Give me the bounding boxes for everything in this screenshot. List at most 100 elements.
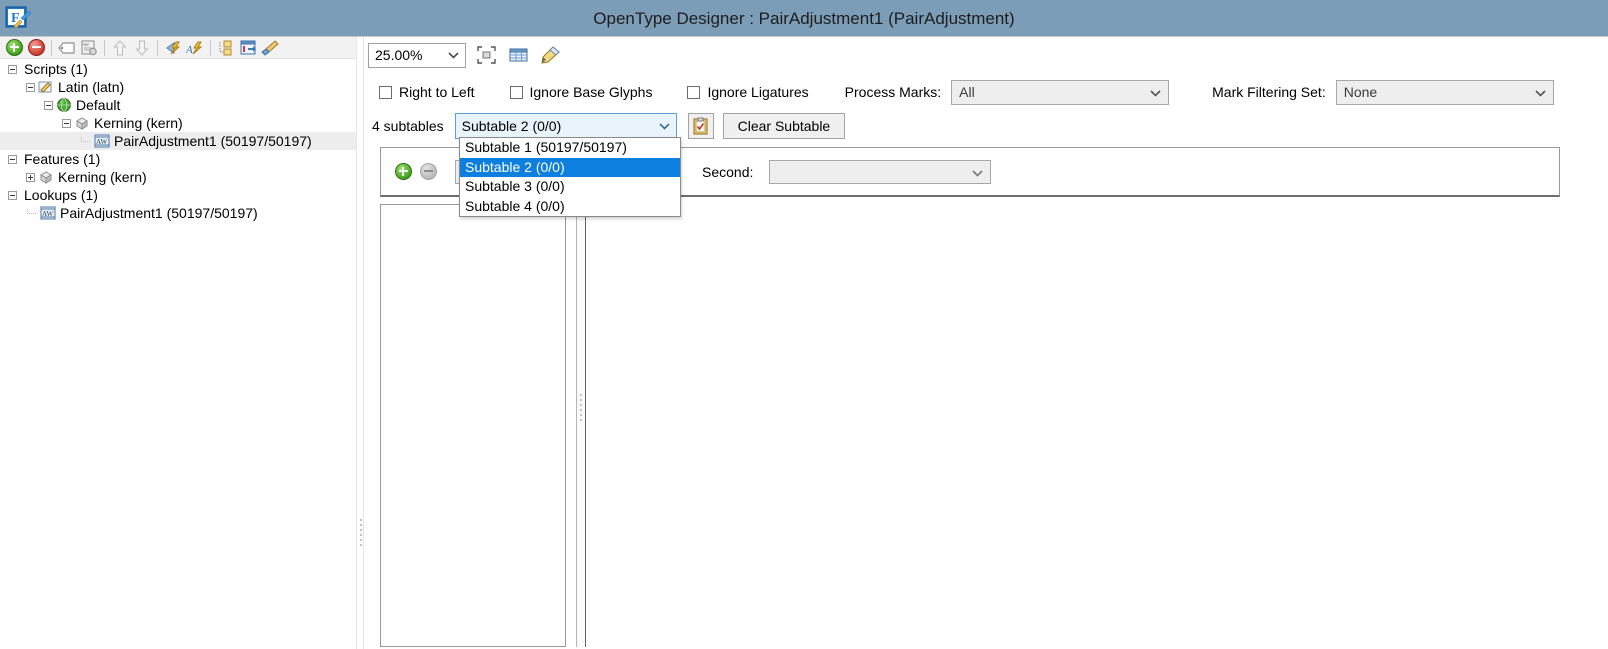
feature-box-icon bbox=[74, 115, 90, 131]
ignore-ligatures-checkbox[interactable]: Ignore Ligatures bbox=[687, 84, 808, 100]
expander-minus-icon[interactable] bbox=[62, 119, 71, 128]
chevron-down-icon bbox=[659, 123, 668, 129]
chevron-down-icon bbox=[1150, 90, 1159, 96]
kerning-aw-icon: AW bbox=[94, 133, 110, 149]
subtable-count-label: 4 subtables bbox=[372, 118, 444, 134]
expander-minus-icon[interactable] bbox=[44, 101, 53, 110]
tree-node-label: Latin (latn) bbox=[58, 78, 124, 96]
lookup-flags-row: Right to Left Ignore Base Glyphs Ignore … bbox=[364, 77, 1608, 107]
mark-filtering-set-combobox[interactable]: None bbox=[1336, 80, 1554, 105]
tree-row[interactable]: Latin (latn) bbox=[0, 78, 356, 96]
tree-nodes-icon bbox=[218, 40, 234, 56]
tree-node-label: PairAdjustment1 (50197/50197) bbox=[114, 132, 312, 150]
tree-node-label: Kerning (kern) bbox=[94, 114, 183, 132]
remove-button[interactable] bbox=[25, 38, 47, 58]
add-button[interactable] bbox=[3, 38, 25, 58]
remove-pair-button[interactable] bbox=[420, 163, 437, 180]
tree-node-label: PairAdjustment1 (50197/50197) bbox=[60, 204, 258, 222]
lightning-right-icon: A bbox=[186, 40, 204, 56]
add-pair-button[interactable] bbox=[395, 163, 412, 180]
dropdown-item-selected[interactable]: Subtable 2 (0/0) bbox=[460, 158, 680, 178]
move-down-button[interactable] bbox=[131, 38, 153, 58]
rename-button[interactable] bbox=[56, 38, 78, 58]
tree-row[interactable]: Kerning (kern) bbox=[0, 114, 356, 132]
fit-to-window-button[interactable] bbox=[474, 43, 498, 67]
dropdown-item[interactable]: Subtable 1 (50197/50197) bbox=[460, 138, 680, 158]
copy-subtable-button[interactable] bbox=[688, 113, 714, 139]
editor-splitter[interactable] bbox=[576, 204, 586, 647]
expander-plus-icon[interactable] bbox=[26, 173, 35, 182]
tag-icon bbox=[58, 41, 76, 55]
right-to-left-label: Right to Left bbox=[399, 84, 475, 100]
process-marks-label: Process Marks: bbox=[845, 84, 941, 100]
kerning-aw-icon: AW bbox=[40, 205, 56, 221]
expand-tree-button[interactable] bbox=[215, 38, 237, 58]
move-up-button[interactable] bbox=[109, 38, 131, 58]
tree-row[interactable]: Scripts (1) bbox=[0, 60, 356, 78]
window-title: OpenType Designer : PairAdjustment1 (Pai… bbox=[0, 0, 1608, 37]
subtable-dropdown-list[interactable]: Subtable 1 (50197/50197) Subtable 2 (0/0… bbox=[459, 137, 681, 217]
compile-button[interactable] bbox=[162, 38, 184, 58]
table-view-icon bbox=[509, 47, 528, 63]
window-properties-icon bbox=[240, 40, 257, 56]
clear-subtable-label: Clear Subtable bbox=[738, 118, 831, 134]
tree-connector bbox=[80, 137, 92, 146]
process-marks-combobox[interactable]: All bbox=[951, 80, 1169, 105]
properties-button[interactable] bbox=[237, 38, 259, 58]
mark-filtering-set-label: Mark Filtering Set: bbox=[1212, 84, 1326, 100]
clear-all-button[interactable] bbox=[259, 38, 281, 58]
zoom-toolbar: 25.00% bbox=[364, 39, 1608, 71]
toolbar-separator-4 bbox=[210, 40, 211, 56]
tree-toolbar: xyz A bbox=[0, 37, 356, 59]
right-to-left-checkbox[interactable]: Right to Left bbox=[379, 84, 475, 100]
pair-editor-panel: Second: bbox=[380, 147, 1608, 649]
zoom-level-combobox[interactable]: 25.00% bbox=[368, 43, 466, 68]
toolbar-separator-1 bbox=[51, 40, 52, 56]
pen-edit-icon bbox=[540, 46, 560, 64]
tree-row[interactable]: Lookups (1) bbox=[0, 186, 356, 204]
dropdown-item[interactable]: Subtable 3 (0/0) bbox=[460, 177, 680, 197]
opentype-designer-pane: 25.00% bbox=[364, 37, 1608, 649]
tree-row[interactable]: Features (1) bbox=[0, 150, 356, 168]
svg-text:A: A bbox=[186, 44, 193, 56]
tree-row[interactable]: Default bbox=[0, 96, 356, 114]
table-view-button[interactable] bbox=[506, 43, 530, 67]
tree-connector bbox=[26, 209, 38, 218]
second-glyph-combobox[interactable] bbox=[769, 160, 991, 184]
tree-node-label: Default bbox=[76, 96, 120, 114]
pen-edit-button[interactable] bbox=[538, 43, 562, 67]
expander-minus-icon[interactable] bbox=[8, 191, 17, 200]
ignore-base-glyphs-label: Ignore Base Glyphs bbox=[530, 84, 653, 100]
clear-subtable-button[interactable]: Clear Subtable bbox=[723, 113, 846, 139]
tree-row[interactable]: AW PairAdjustment1 (50197/50197) bbox=[0, 204, 356, 222]
panel-splitter[interactable] bbox=[356, 37, 364, 649]
glyph-properties-button[interactable]: xyz bbox=[78, 38, 100, 58]
chevron-down-icon bbox=[1535, 90, 1544, 96]
dropdown-item[interactable]: Subtable 4 (0/0) bbox=[460, 197, 680, 217]
subtable-combobox[interactable]: Subtable 2 (0/0) bbox=[455, 113, 677, 139]
feature-tree[interactable]: Scripts (1) Latin (latn) Default bbox=[0, 60, 356, 649]
compile-all-button[interactable]: A bbox=[184, 38, 206, 58]
checkbox-box[interactable] bbox=[687, 86, 700, 99]
arrow-up-icon bbox=[113, 40, 127, 56]
fit-to-window-icon bbox=[477, 46, 496, 64]
tree-row[interactable]: Kerning (kern) bbox=[0, 168, 356, 186]
checkbox-box[interactable] bbox=[510, 86, 523, 99]
tree-node-label: Scripts (1) bbox=[24, 60, 88, 78]
glyph-preview-canvas[interactable] bbox=[588, 204, 1608, 647]
broom-icon bbox=[261, 40, 279, 56]
expander-minus-icon[interactable] bbox=[8, 65, 17, 74]
expander-minus-icon[interactable] bbox=[26, 83, 35, 92]
expander-minus-icon[interactable] bbox=[8, 155, 17, 164]
red-minus-circle-icon bbox=[28, 39, 45, 56]
checkbox-box[interactable] bbox=[379, 86, 392, 99]
second-glyph-label: Second: bbox=[702, 164, 753, 180]
pair-list[interactable] bbox=[380, 204, 566, 647]
tree-row-selected[interactable]: AW PairAdjustment1 (50197/50197) bbox=[0, 132, 356, 150]
ignore-base-glyphs-checkbox[interactable]: Ignore Base Glyphs bbox=[510, 84, 653, 100]
xyz-page-icon: xyz bbox=[81, 40, 98, 56]
toolbar-separator-2 bbox=[104, 40, 105, 56]
toolbar-separator-3 bbox=[157, 40, 158, 56]
globe-icon bbox=[56, 97, 72, 113]
subtable-selected-value: Subtable 2 (0/0) bbox=[462, 118, 562, 134]
